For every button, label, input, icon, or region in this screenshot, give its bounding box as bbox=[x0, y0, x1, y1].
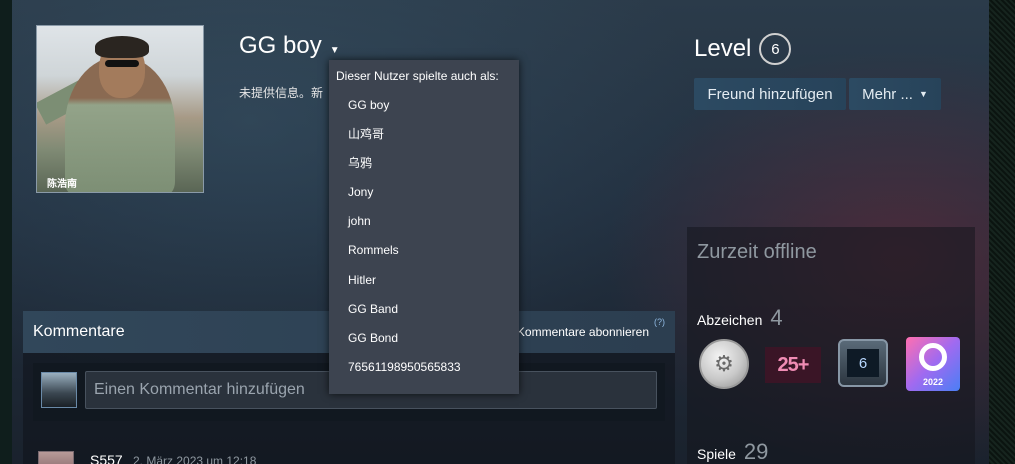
alias-item[interactable]: GG boy bbox=[329, 91, 519, 120]
chevron-down-icon[interactable]: ▼ bbox=[330, 45, 340, 56]
badge-screen: 6 bbox=[838, 339, 888, 387]
alias-list: GG boy 山鸡哥 乌鸦 Jony john Rommels Hitler G… bbox=[329, 91, 519, 382]
comment-author-avatar[interactable] bbox=[38, 451, 74, 464]
comment-timestamp: 2. März 2023 um 12:18 bbox=[133, 454, 257, 464]
badges-heading[interactable]: Abzeichen 4 bbox=[697, 305, 783, 331]
badges-label[interactable]: Abzeichen bbox=[697, 312, 762, 328]
subscribe-comments-link[interactable]: Kommentare abonnieren bbox=[517, 325, 649, 339]
status-panel: Zurzeit offline Abzeichen 4 ⚙ 25+ 6 2022… bbox=[687, 227, 975, 464]
profile-name-row[interactable]: GG boy ▼ bbox=[239, 32, 340, 60]
online-status: Zurzeit offline bbox=[697, 241, 817, 263]
games-count[interactable]: 29 bbox=[744, 439, 768, 464]
games-heading[interactable]: Spiele 29 bbox=[697, 439, 768, 464]
profile-name[interactable]: GG boy bbox=[239, 32, 322, 60]
my-avatar bbox=[41, 372, 77, 408]
add-friend-button[interactable]: Freund hinzufügen bbox=[694, 78, 846, 110]
add-friend-label: Freund hinzufügen bbox=[707, 85, 833, 103]
coin-face: ⚙ bbox=[699, 339, 749, 389]
badge-tile: 2022 bbox=[906, 337, 960, 391]
steam-2022-badge-icon[interactable]: 2022 bbox=[906, 337, 960, 391]
level-6-screen-badge-icon[interactable]: 6 bbox=[838, 337, 892, 391]
silver-coin-badge-icon[interactable]: ⚙ bbox=[697, 337, 751, 391]
profile-level: Level 6 bbox=[694, 33, 792, 65]
avatar-hair bbox=[95, 36, 149, 58]
avatar-glasses bbox=[105, 60, 139, 67]
comments-title: Kommentare bbox=[33, 323, 125, 340]
level-badge: 6 bbox=[759, 33, 792, 65]
alias-item[interactable]: 乌鸦 bbox=[329, 149, 519, 178]
left-edge bbox=[0, 0, 12, 464]
right-edge-pattern bbox=[989, 0, 1015, 464]
alias-item[interactable]: Rommels bbox=[329, 236, 519, 265]
alias-item[interactable]: Hitler bbox=[329, 266, 519, 295]
badges-count[interactable]: 4 bbox=[770, 305, 782, 331]
profile-avatar: 陈浩南 bbox=[36, 25, 204, 193]
alias-item[interactable]: 山鸡哥 bbox=[329, 120, 519, 149]
help-icon[interactable]: (?) bbox=[654, 317, 665, 327]
alias-dropdown-heading: Dieser Nutzer spielte auch als: bbox=[336, 69, 499, 83]
chevron-down-icon: ▼ bbox=[918, 89, 928, 99]
alias-item[interactable]: GG Bond bbox=[329, 324, 519, 353]
25-plus-badge-icon[interactable]: 25+ bbox=[765, 337, 821, 391]
level-label: Level bbox=[694, 35, 752, 62]
alias-item[interactable]: Jony bbox=[329, 178, 519, 207]
badge-25-plus-text: 25+ bbox=[765, 347, 821, 383]
badge-year: 2022 bbox=[922, 377, 944, 387]
alias-dropdown: Dieser Nutzer spielte auch als: GG boy 山… bbox=[329, 60, 519, 394]
alias-item[interactable]: GG Band bbox=[329, 295, 519, 324]
steam-ring-icon bbox=[919, 343, 947, 371]
alias-item[interactable]: 76561198950565833 bbox=[329, 353, 519, 382]
avatar-caption: 陈浩南 bbox=[47, 179, 77, 190]
alias-item[interactable]: john bbox=[329, 207, 519, 236]
games-label[interactable]: Spiele bbox=[697, 446, 736, 462]
badge-screen-number: 6 bbox=[847, 349, 879, 377]
more-label: Mehr ... bbox=[862, 85, 913, 103]
profile-summary: 未提供信息。新 bbox=[239, 86, 324, 100]
comment-author[interactable]: S557 bbox=[90, 452, 123, 464]
more-button[interactable]: Mehr ... ▼ bbox=[849, 78, 941, 110]
